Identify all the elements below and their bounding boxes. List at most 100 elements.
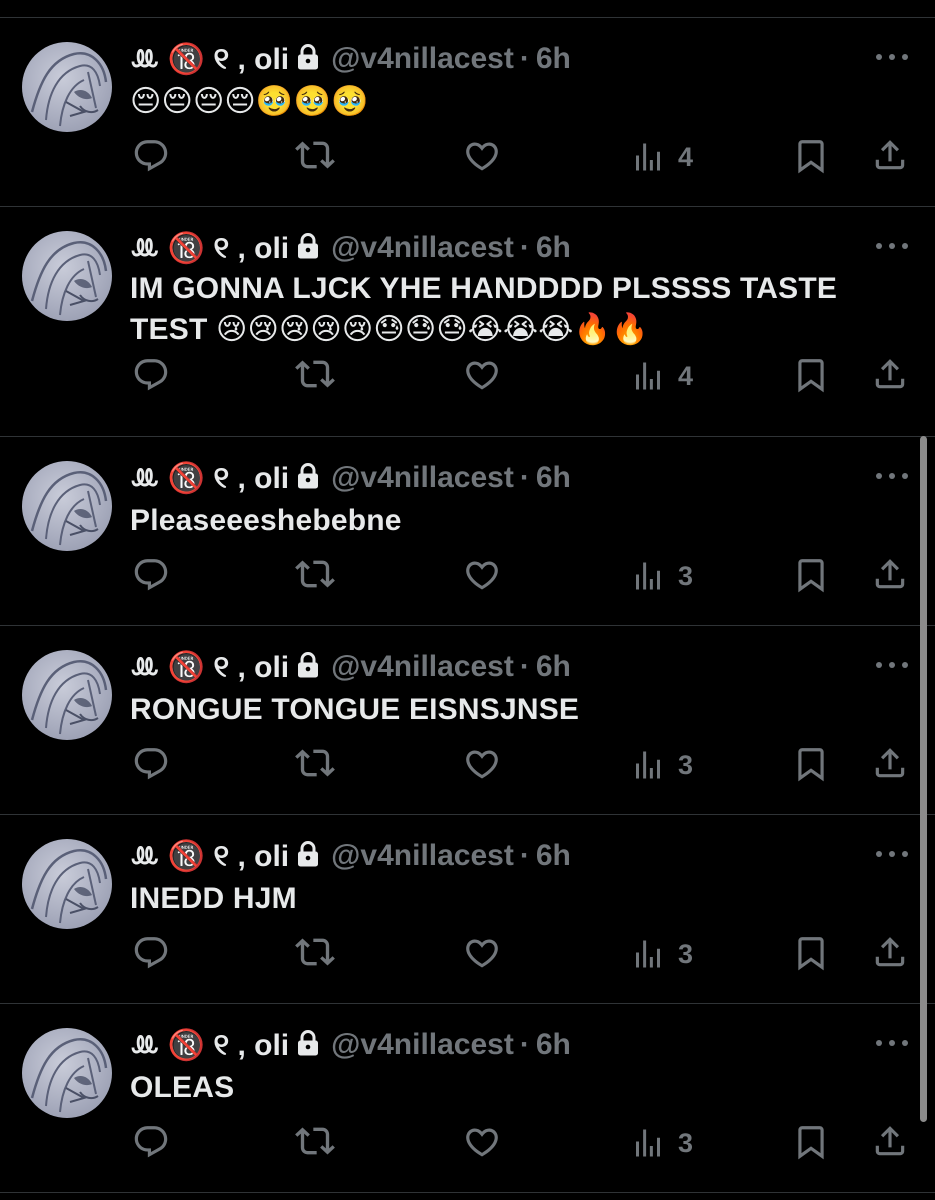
separator-dot: · <box>519 650 530 683</box>
timestamp[interactable]: 6h <box>536 461 571 495</box>
timestamp[interactable]: 6h <box>536 650 571 684</box>
separator-dot: · <box>519 839 530 872</box>
timestamp[interactable]: 6h <box>536 231 571 265</box>
display-name[interactable]: ꔛ 🔞 ୧ , oli <box>130 461 289 496</box>
tweet-text: RONGUE TONGUE EISNSJNSE <box>130 693 580 726</box>
tweet-header: ꔛ 🔞 ୧ , oli @v4nillacest · 6h <box>130 647 571 687</box>
share-button[interactable] <box>871 932 909 972</box>
user-handle[interactable]: @v4nillacest <box>331 650 514 684</box>
timestamp[interactable]: 6h <box>536 1028 571 1062</box>
tweet[interactable]: ꔛ 🔞 ୧ , oli @v4nillacest · 6h INEDD HJM … <box>0 814 935 1002</box>
avatar[interactable] <box>22 650 112 740</box>
retweet-icon <box>295 554 335 594</box>
tweet[interactable]: ꔛ 🔞 ୧ , oli @v4nillacest · 6h IM GONNA L… <box>0 206 935 394</box>
tweet-header: ꔛ 🔞 ୧ , oli @v4nillacest · 6h <box>130 228 571 268</box>
display-name[interactable]: ꔛ 🔞 ୧ , oli <box>130 839 289 874</box>
timestamp[interactable]: 6h <box>536 839 571 873</box>
avatar[interactable] <box>22 461 112 551</box>
user-handle[interactable]: @v4nillacest <box>331 1028 514 1062</box>
like-button[interactable] <box>463 555 501 595</box>
retweet-button[interactable] <box>295 354 335 394</box>
timestamp[interactable]: 6h <box>536 42 571 76</box>
user-handle[interactable]: @v4nillacest <box>331 461 514 495</box>
display-name[interactable]: ꔛ 🔞 ୧ , oli <box>130 231 289 266</box>
user-handle[interactable]: @v4nillacest <box>331 839 514 873</box>
reply-button[interactable] <box>132 355 170 395</box>
more-icon[interactable] <box>874 47 910 67</box>
bookmark-button[interactable] <box>792 933 830 973</box>
retweet-button[interactable] <box>295 743 335 783</box>
avatar[interactable] <box>22 231 112 321</box>
reply-button[interactable] <box>132 933 170 973</box>
bookmark-icon <box>792 934 830 972</box>
share-icon <box>871 744 909 782</box>
separator-dot: · <box>519 42 530 75</box>
retweet-icon <box>295 932 335 972</box>
like-button[interactable] <box>463 1122 501 1162</box>
more-icon[interactable] <box>874 1033 910 1053</box>
bookmark-button[interactable] <box>792 1122 830 1162</box>
retweet-icon <box>295 135 335 175</box>
tweet-header: ꔛ 🔞 ୧ , oli @v4nillacest · 6h <box>130 1025 571 1065</box>
like-button[interactable] <box>463 355 501 395</box>
display-name[interactable]: ꔛ 🔞 ୧ , oli <box>130 650 289 685</box>
share-button[interactable] <box>871 743 909 783</box>
like-button[interactable] <box>463 933 501 973</box>
views-button[interactable]: 3 <box>630 745 693 785</box>
lock-icon <box>297 652 321 680</box>
bookmark-button[interactable] <box>792 355 830 395</box>
views-button[interactable]: 3 <box>630 934 693 974</box>
share-button[interactable] <box>871 554 909 594</box>
retweet-button[interactable] <box>295 932 335 972</box>
views-button[interactable]: 4 <box>630 356 693 396</box>
tweet[interactable]: ꔛ 🔞 ୧ , oli @v4nillacest · 6h 😔😔😔😔🥹🥹🥹 4 <box>0 17 935 205</box>
reply-icon <box>132 556 170 594</box>
views-count: 3 <box>678 1127 694 1158</box>
scrollbar[interactable] <box>920 436 927 1122</box>
views-icon <box>630 936 666 972</box>
share-button[interactable] <box>871 1121 909 1161</box>
tweet-text: INEDD HJM <box>130 882 297 915</box>
share-button[interactable] <box>871 354 909 394</box>
more-icon[interactable] <box>874 236 910 256</box>
user-handle[interactable]: @v4nillacest <box>331 42 514 76</box>
views-button[interactable]: 3 <box>630 1123 693 1163</box>
reply-button[interactable] <box>132 136 170 176</box>
bookmark-button[interactable] <box>792 136 830 176</box>
retweet-button[interactable] <box>295 1121 335 1161</box>
tweet-actions: 3 <box>130 554 910 594</box>
avatar[interactable] <box>22 42 112 132</box>
display-name[interactable]: ꔛ 🔞 ୧ , oli <box>130 1028 289 1063</box>
reply-button[interactable] <box>132 555 170 595</box>
avatar[interactable] <box>22 1028 112 1118</box>
views-icon <box>630 358 666 394</box>
more-icon[interactable] <box>874 844 910 864</box>
retweet-button[interactable] <box>295 135 335 175</box>
tweet[interactable]: ꔛ 🔞 ୧ , oli @v4nillacest · 6h RONGUE TON… <box>0 625 935 813</box>
reply-button[interactable] <box>132 744 170 784</box>
tweet[interactable]: ꔛ 🔞 ୧ , oli @v4nillacest · 6h Pleaseeesh… <box>0 436 935 624</box>
like-icon <box>463 356 501 394</box>
user-handle[interactable]: @v4nillacest <box>331 231 514 265</box>
bookmark-icon <box>792 356 830 394</box>
like-button[interactable] <box>463 744 501 784</box>
views-count: 3 <box>678 560 694 591</box>
retweet-button[interactable] <box>295 554 335 594</box>
views-button[interactable]: 3 <box>630 556 693 596</box>
more-icon[interactable] <box>874 655 910 675</box>
share-icon <box>871 136 909 174</box>
reply-button[interactable] <box>132 1122 170 1162</box>
retweet-icon <box>295 354 335 394</box>
more-icon[interactable] <box>874 466 910 486</box>
share-icon <box>871 933 909 971</box>
share-button[interactable] <box>871 135 909 175</box>
display-name[interactable]: ꔛ 🔞 ୧ , oli <box>130 42 289 77</box>
like-icon <box>463 137 501 175</box>
avatar[interactable] <box>22 839 112 929</box>
bookmark-button[interactable] <box>792 744 830 784</box>
reply-icon <box>132 934 170 972</box>
tweet[interactable]: ꔛ 🔞 ୧ , oli @v4nillacest · 6h OLEAS 3 <box>0 1003 935 1191</box>
bookmark-button[interactable] <box>792 555 830 595</box>
like-button[interactable] <box>463 136 501 176</box>
views-button[interactable]: 4 <box>630 137 693 177</box>
